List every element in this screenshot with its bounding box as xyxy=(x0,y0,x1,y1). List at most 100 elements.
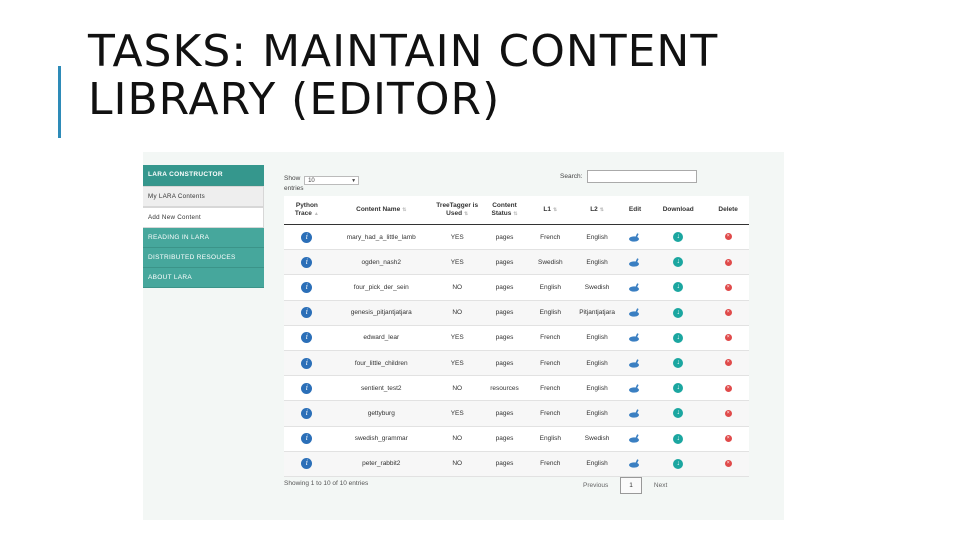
delete-icon[interactable]: × xyxy=(724,283,732,291)
cell-status: pages xyxy=(481,400,528,427)
download-icon[interactable]: ↓ xyxy=(673,332,684,343)
cell-l1: English xyxy=(527,274,574,301)
cell-download: ↓ xyxy=(649,274,708,301)
cell-edit xyxy=(621,400,650,427)
cell-treetagger: YES xyxy=(432,325,482,351)
edit-icon[interactable] xyxy=(629,459,641,468)
cell-content-name: ogden_nash2 xyxy=(329,249,433,276)
table-row: i gettyburg YES pages French English ↓ × xyxy=(284,400,749,427)
cell-status: pages xyxy=(481,224,528,251)
edit-icon[interactable] xyxy=(629,308,641,317)
cell-delete: × xyxy=(707,325,749,351)
download-icon[interactable]: ↓ xyxy=(673,383,684,394)
download-icon[interactable]: ↓ xyxy=(673,433,684,444)
col-l2[interactable]: L2 ⇅ xyxy=(573,196,622,225)
download-icon[interactable]: ↓ xyxy=(673,282,684,293)
edit-icon[interactable] xyxy=(629,258,641,267)
python-trace-icon[interactable]: i xyxy=(301,332,313,344)
python-trace-icon[interactable]: i xyxy=(301,382,313,394)
cell-python-trace: i xyxy=(284,325,330,351)
cell-edit xyxy=(621,249,650,276)
cell-download: ↓ xyxy=(649,426,708,452)
col-l1[interactable]: L1 ⇅ xyxy=(527,196,574,225)
entries-select-value: 10 xyxy=(308,178,315,184)
download-icon[interactable]: ↓ xyxy=(673,458,684,469)
entries-label: entries xyxy=(284,185,304,192)
cell-treetagger: YES xyxy=(432,224,482,251)
cell-status: pages xyxy=(481,426,528,452)
download-icon[interactable]: ↓ xyxy=(673,358,684,369)
download-icon[interactable]: ↓ xyxy=(673,307,684,318)
python-trace-icon[interactable]: i xyxy=(301,281,313,293)
search-label: Search: xyxy=(560,173,583,181)
python-trace-icon[interactable]: i xyxy=(301,231,313,243)
delete-icon[interactable]: × xyxy=(724,434,732,442)
sidebar-item-add-content[interactable]: Add New Content xyxy=(143,207,264,228)
cell-delete: × xyxy=(707,400,749,427)
delete-icon[interactable]: × xyxy=(724,409,732,417)
delete-icon[interactable]: × xyxy=(724,359,732,367)
pagination-info: Showing 1 to 10 of 10 entries xyxy=(284,480,369,487)
next-button[interactable]: Next xyxy=(648,482,673,489)
download-icon[interactable]: ↓ xyxy=(673,408,684,419)
title-accent-bar xyxy=(58,66,61,138)
delete-icon[interactable]: × xyxy=(724,258,732,266)
sidebar-item-about[interactable]: ABOUT LARA xyxy=(143,268,264,288)
cell-delete: × xyxy=(707,451,749,477)
python-trace-icon[interactable]: i xyxy=(301,407,313,419)
cell-l2: Swedish xyxy=(573,426,622,452)
col-status[interactable]: Content Status ⇅ xyxy=(481,196,528,225)
delete-icon[interactable]: × xyxy=(724,233,732,241)
table-header-row: Python Trace ▲ Content Name ⇅ TreeTagger i… xyxy=(284,196,749,225)
sidebar-item-my-contents[interactable]: My LARA Contents xyxy=(143,186,264,207)
sort-icon: ⇅ xyxy=(464,211,469,217)
cell-l1: French xyxy=(527,451,574,477)
cell-download: ↓ xyxy=(649,400,708,427)
table-row: i swedish_grammar NO pages English Swedish ↓ × xyxy=(284,426,749,452)
python-trace-icon[interactable]: i xyxy=(301,433,313,445)
cell-python-trace: i xyxy=(284,224,330,251)
edit-icon[interactable] xyxy=(629,384,641,393)
edit-icon[interactable] xyxy=(629,283,641,292)
search-input[interactable] xyxy=(587,170,698,183)
edit-icon[interactable] xyxy=(629,358,641,368)
delete-icon[interactable]: × xyxy=(724,334,732,342)
cell-edit xyxy=(621,375,650,402)
page-button-current[interactable]: 1 xyxy=(620,477,643,494)
download-icon[interactable]: ↓ xyxy=(673,257,684,268)
delete-icon[interactable]: × xyxy=(724,309,732,317)
cell-download: ↓ xyxy=(649,325,708,351)
edit-icon[interactable] xyxy=(629,232,641,242)
download-icon[interactable]: ↓ xyxy=(673,232,684,243)
edit-icon[interactable] xyxy=(629,434,641,443)
python-trace-icon[interactable]: i xyxy=(301,458,313,470)
cell-download: ↓ xyxy=(649,375,708,402)
cell-l2: Swedish xyxy=(573,274,622,301)
slide-title: TASKS: MAINTAIN CONTENT LIBRARY (EDITOR) xyxy=(88,26,719,125)
col-content-name[interactable]: Content Name ⇅ xyxy=(329,196,433,225)
cell-content-name: four_little_children xyxy=(329,350,433,377)
python-trace-icon[interactable]: i xyxy=(301,307,313,319)
edit-icon[interactable] xyxy=(629,409,641,418)
cell-python-trace: i xyxy=(284,400,330,427)
python-trace-icon[interactable]: i xyxy=(301,357,313,369)
chevron-down-icon: ▼ xyxy=(351,178,357,184)
col-python-trace[interactable]: Python Trace ▲ xyxy=(284,196,330,225)
python-trace-icon[interactable]: i xyxy=(301,256,313,268)
delete-icon[interactable]: × xyxy=(724,460,732,468)
previous-button[interactable]: Previous xyxy=(577,482,614,489)
cell-delete: × xyxy=(707,426,749,452)
cell-content-name: four_pick_der_sein xyxy=(329,274,433,301)
entries-select[interactable]: 10 ▼ xyxy=(304,176,360,185)
delete-icon[interactable]: × xyxy=(724,384,732,392)
sidebar-item-resources[interactable]: DISTRIBUTED RESOUCES xyxy=(143,248,264,268)
col-treetagger-label: TreeTagger is Used xyxy=(436,202,479,217)
edit-icon[interactable] xyxy=(629,333,641,342)
table-row: i four_little_children YES pages French Engli… xyxy=(284,350,749,377)
sidebar-item-reading[interactable]: READING IN LARA xyxy=(143,228,264,248)
col-treetagger[interactable]: TreeTagger is Used ⇅ xyxy=(432,196,482,225)
cell-l1: English xyxy=(527,426,574,452)
sidebar-header[interactable]: LARA CONSTRUCTOR xyxy=(143,165,264,186)
cell-l1: English xyxy=(527,300,574,326)
cell-content-name: genesis_pitjantjatjara xyxy=(329,300,433,326)
